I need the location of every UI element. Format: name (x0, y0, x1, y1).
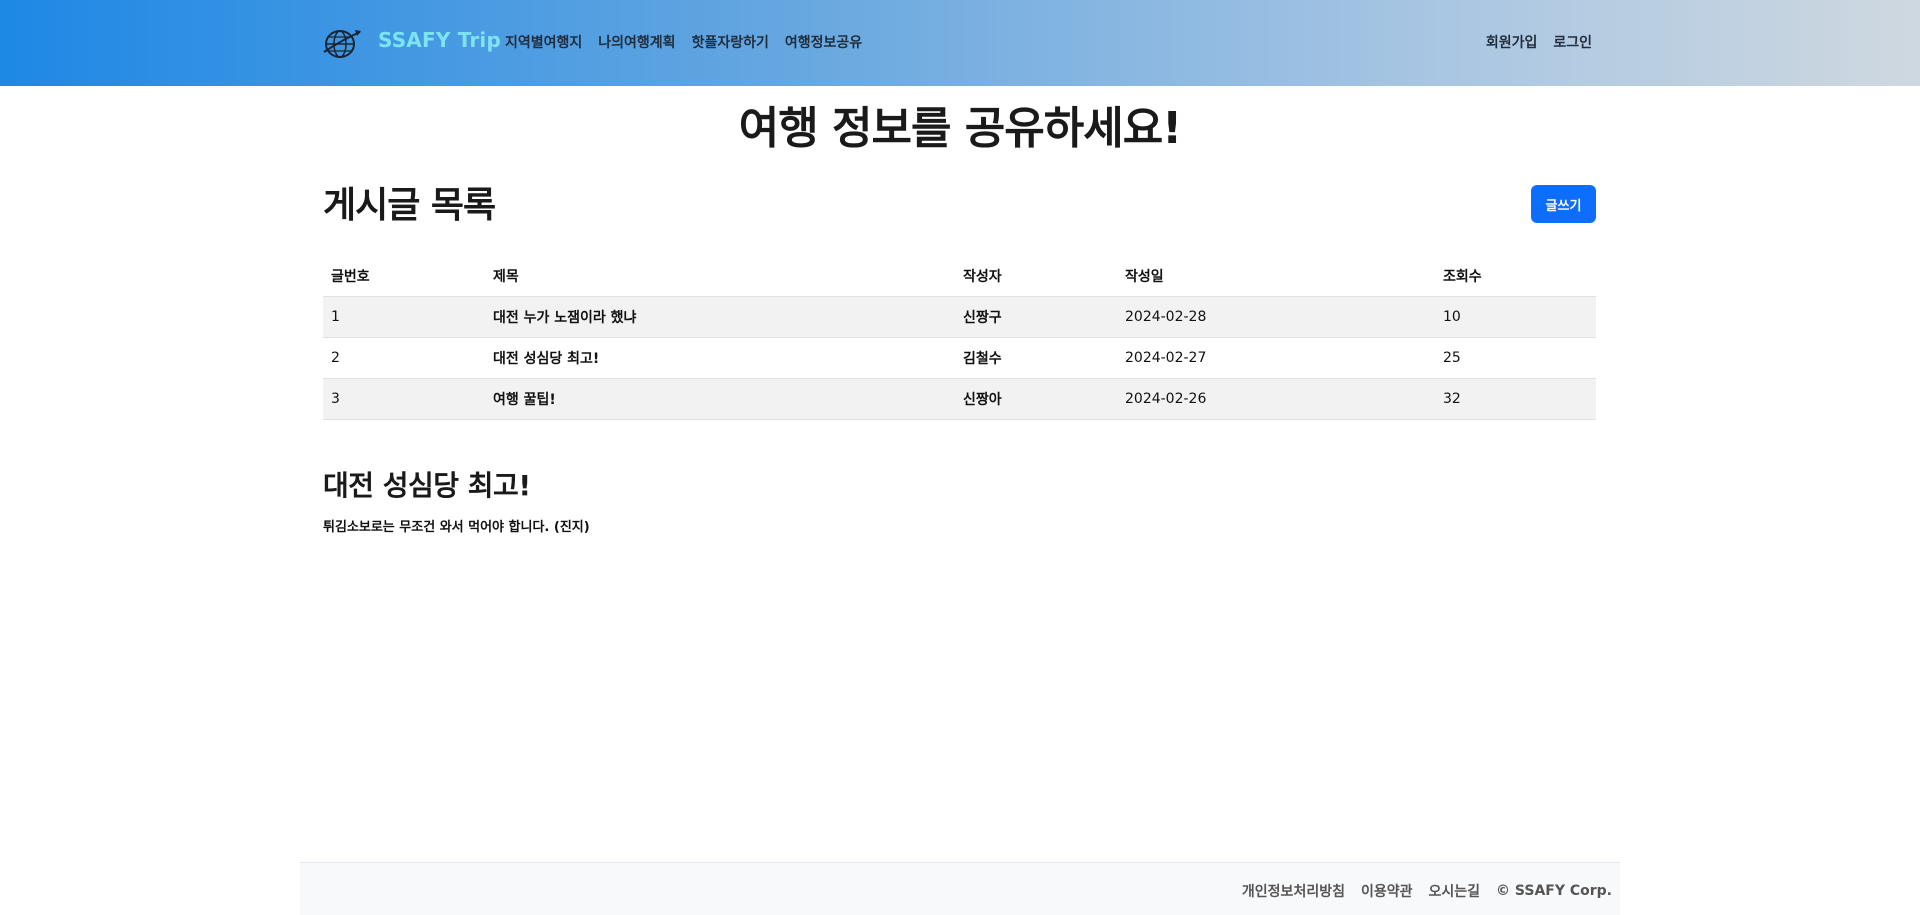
column-header-date: 작성일 (1117, 256, 1435, 297)
post-views: 32 (1435, 378, 1596, 420)
board-title: 게시글 목록 (323, 185, 496, 226)
nav-link-hotplace-showcase[interactable]: 핫플자랑하기 (692, 32, 769, 52)
post-title-link[interactable]: 대전 성심당 최고! (485, 337, 955, 379)
post-title-link[interactable]: 여행 꿀팁! (485, 378, 955, 420)
write-post-button[interactable]: 글쓰기 (1531, 185, 1596, 223)
post-views: 10 (1435, 296, 1596, 338)
post-detail-content: 튀김소보로는 무조건 와서 먹어야 합니다. (진지) (323, 520, 590, 535)
page-title: 여행 정보를 공유하세요! (738, 103, 1183, 154)
post-title-link[interactable]: 대전 누가 노잼이라 했냐 (485, 296, 955, 338)
footer: 개인정보처리방침 이용약관 오시는길 © SSAFY Corp. (300, 862, 1620, 915)
column-header-views: 조회수 (1435, 256, 1596, 297)
post-date: 2024-02-27 (1117, 337, 1435, 379)
privacy-policy-link[interactable]: 개인정보처리방침 (1242, 881, 1345, 901)
table-row[interactable]: 1 대전 누가 노잼이라 했냐 신짱구 2024-02-28 10 (323, 296, 1596, 338)
terms-link[interactable]: 이용약관 (1361, 881, 1413, 901)
post-detail-title: 대전 성심당 최고! (323, 469, 531, 502)
globe-airplane-icon[interactable] (322, 26, 362, 60)
post-author: 신짱아 (955, 378, 1117, 420)
signup-link[interactable]: 회원가입 (1486, 32, 1538, 52)
column-header-no: 글번호 (323, 256, 485, 297)
post-number: 1 (323, 296, 485, 338)
post-table: 글번호 제목 작성자 작성일 조회수 1 대전 누가 노잼이라 했냐 신짱구 2… (323, 256, 1596, 420)
nav-link-travel-info-share[interactable]: 여행정보공유 (785, 32, 862, 52)
copyright-text: © SSAFY Corp. (1496, 883, 1612, 899)
post-author: 신짱구 (955, 296, 1117, 338)
table-row[interactable]: 3 여행 꿀팁! 신짱아 2024-02-26 32 (323, 378, 1596, 420)
nav-link-regional-destinations[interactable]: 지역별여행지 (505, 32, 582, 52)
account-nav: 회원가입 로그인 (1486, 32, 1592, 52)
post-number: 3 (323, 378, 485, 420)
nav-link-my-travel-plan[interactable]: 나의여행계획 (598, 32, 675, 52)
post-date: 2024-02-26 (1117, 378, 1435, 420)
navbar: SSAFY Trip 지역별여행지 나의여행계획 핫플자랑하기 여행정보공유 회… (0, 0, 1920, 86)
column-header-author: 작성자 (955, 256, 1117, 297)
column-header-title: 제목 (485, 256, 955, 297)
table-row[interactable]: 2 대전 성심당 최고! 김철수 2024-02-27 25 (323, 337, 1596, 379)
table-header-row: 글번호 제목 작성자 작성일 조회수 (323, 256, 1596, 297)
directions-link[interactable]: 오시는길 (1429, 881, 1481, 901)
post-number: 2 (323, 337, 485, 379)
post-views: 25 (1435, 337, 1596, 379)
brand-name[interactable]: SSAFY Trip (378, 28, 501, 52)
post-date: 2024-02-28 (1117, 296, 1435, 338)
footer-links: 개인정보처리방침 이용약관 오시는길 © SSAFY Corp. (1242, 881, 1612, 901)
post-author: 김철수 (955, 337, 1117, 379)
main-nav: 지역별여행지 나의여행계획 핫플자랑하기 여행정보공유 (505, 32, 862, 52)
login-link[interactable]: 로그인 (1553, 32, 1592, 52)
